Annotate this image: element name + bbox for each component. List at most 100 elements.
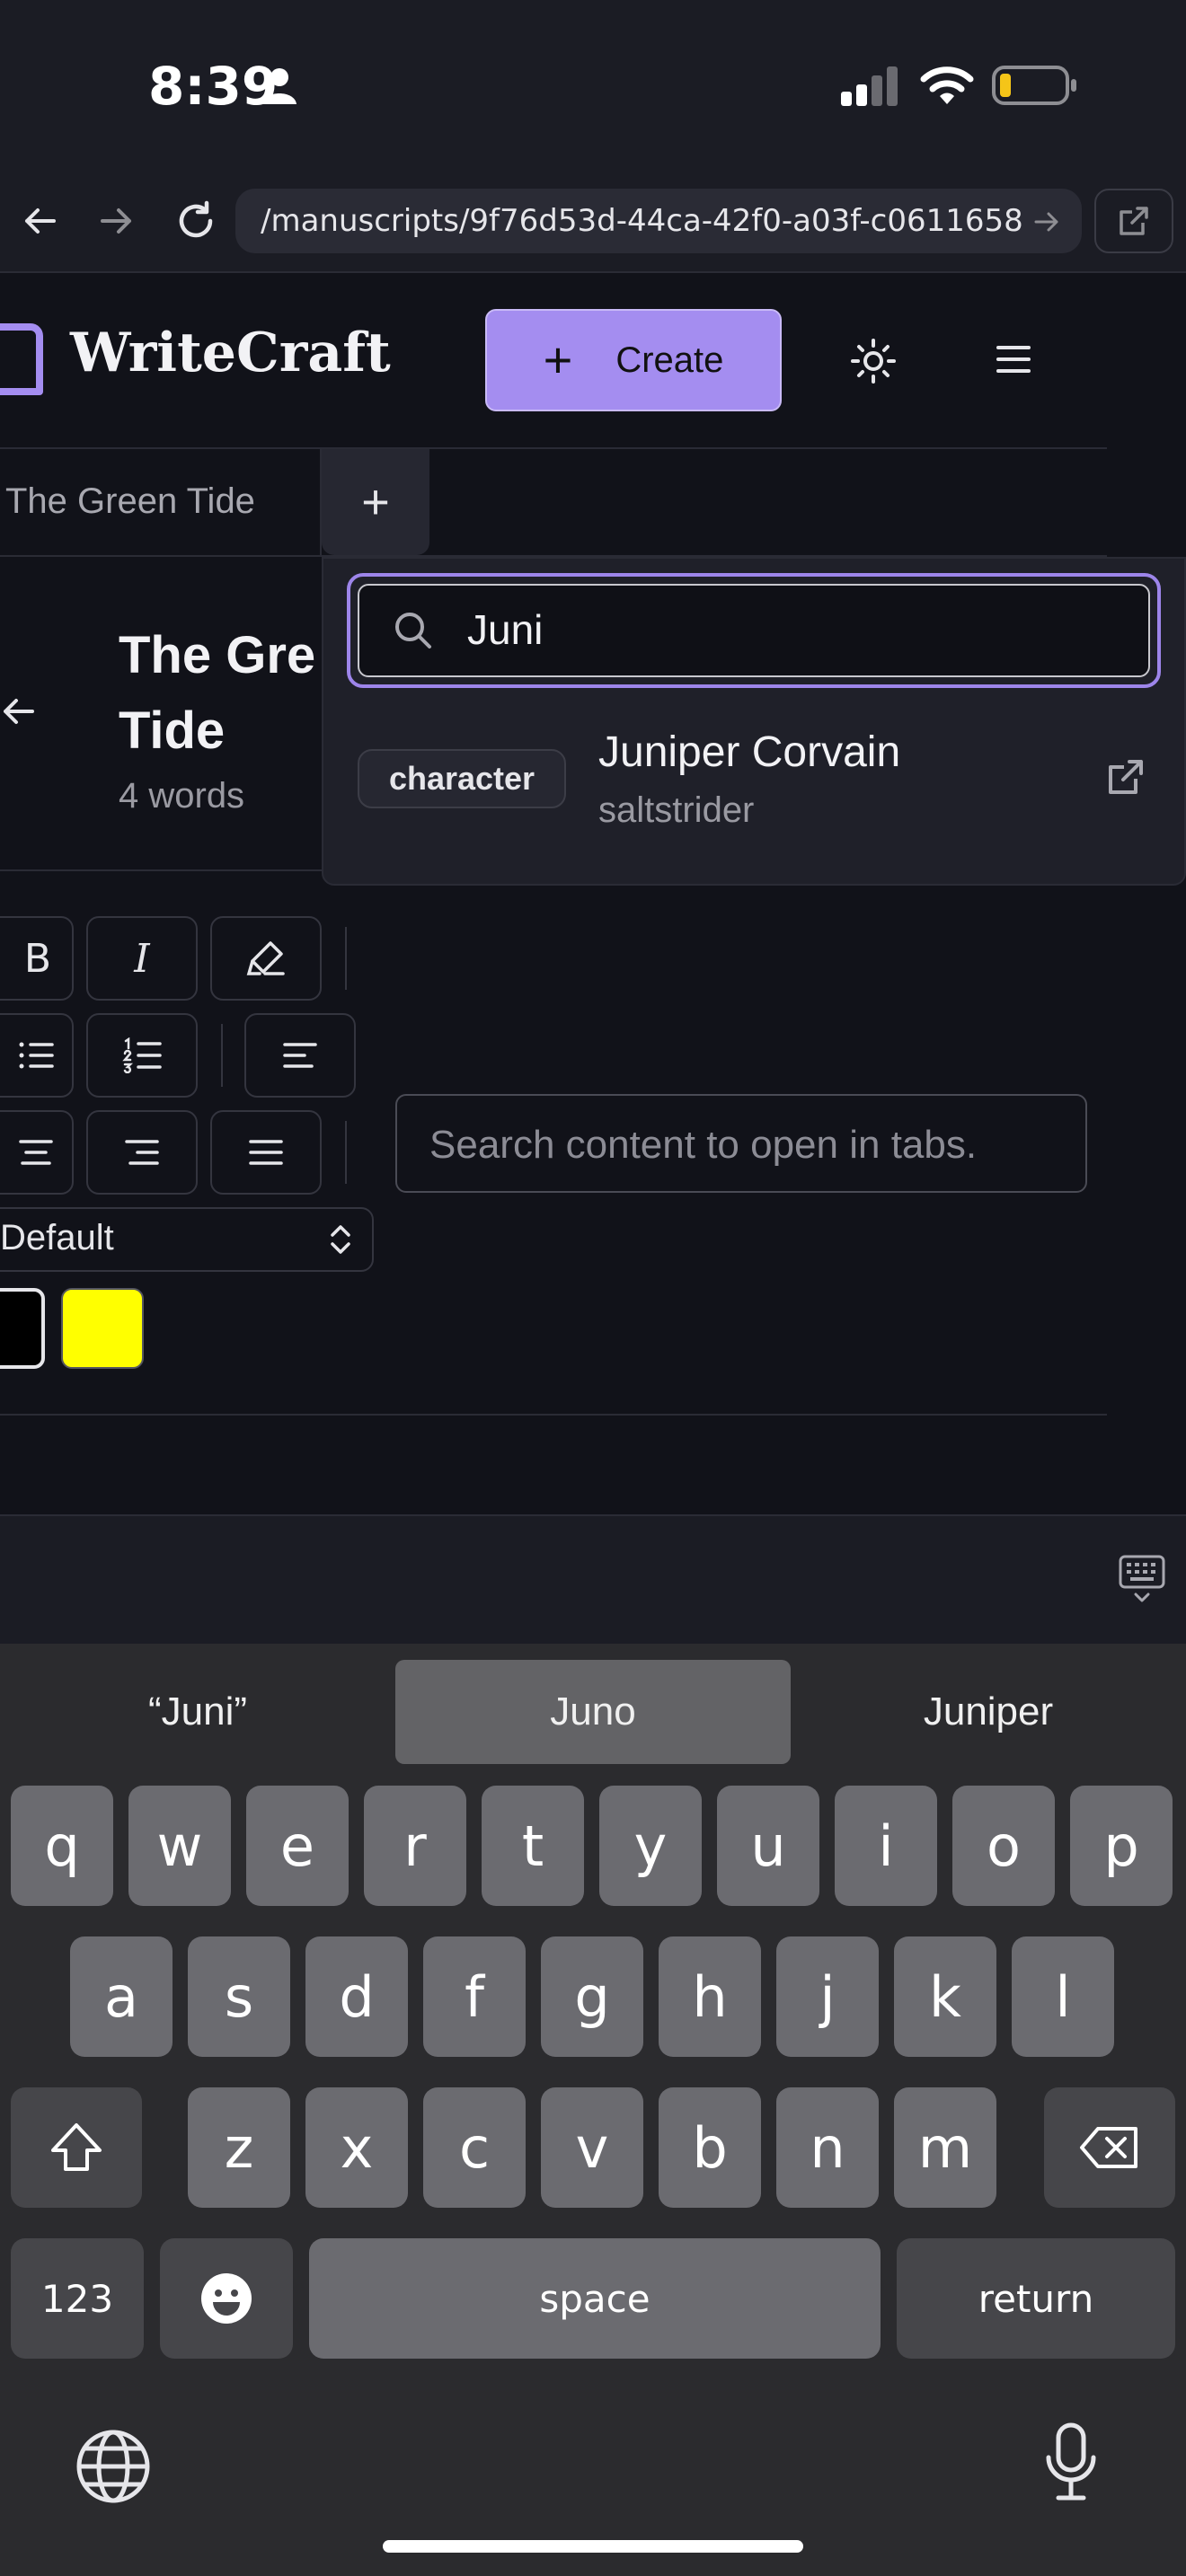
key-k[interactable]: k [894,1936,996,2057]
emoji-key[interactable] [160,2238,293,2359]
suggestion-2[interactable]: Juno [395,1660,791,1764]
tab-search-placeholder: Search content to open in tabs. [429,1123,978,1167]
key-v[interactable]: v [541,2087,643,2208]
key-u[interactable]: u [717,1786,819,1906]
bold-label: B [23,935,52,982]
key-w[interactable]: w [128,1786,231,1906]
result-type-badge: character [358,749,566,808]
wifi-icon [920,65,974,106]
key-d[interactable]: d [305,1936,408,2057]
key-j[interactable]: j [776,1936,879,2057]
bullet-list-icon [0,1039,54,1072]
url-text: /manuscripts/9f76d53d-44ca-42f0-a03f-c06… [261,203,1023,239]
align-center-button[interactable] [0,1110,74,1195]
key-p[interactable]: p [1070,1786,1173,1906]
suggestion-1[interactable]: “Juni” [0,1660,395,1764]
key-z[interactable]: z [188,2087,290,2208]
key-e[interactable]: e [246,1786,349,1906]
editor-divider [0,869,323,871]
open-result-external-icon[interactable] [1105,756,1146,798]
italic-button[interactable]: I [86,916,198,1001]
select-chevrons-icon [327,1222,354,1257]
toolbar-separator [345,1121,347,1184]
key-c[interactable]: c [423,2087,526,2208]
keyboard-accessory-bar [0,1514,1186,1644]
key-q[interactable]: q [11,1786,113,1906]
bold-button[interactable]: B [0,916,74,1001]
italic-label: I [134,935,150,982]
return-key[interactable]: return [897,2238,1175,2359]
document-title: The Gre Tide [119,626,316,760]
color-swatch-black[interactable] [0,1288,45,1369]
external-link-icon [1116,203,1152,239]
result-name[interactable]: Juniper Corvain [598,728,900,777]
align-left-button[interactable] [244,1013,356,1098]
align-justify-button[interactable] [210,1110,322,1195]
content-divider [0,1414,1107,1416]
globe-icon[interactable] [75,2429,151,2504]
key-g[interactable]: g [541,1936,643,2057]
ordered-list-button[interactable] [86,1013,198,1098]
align-justify-icon [248,1137,284,1168]
delete-key[interactable] [1044,2087,1175,2208]
key-r[interactable]: r [364,1786,466,1906]
battery-icon [992,65,1078,106]
key-y[interactable]: y [599,1786,702,1906]
backspace-icon [1078,2125,1141,2170]
search-input-value: Juni [467,606,544,653]
font-select-value: Default [0,1218,114,1257]
search-icon [392,609,435,652]
key-n[interactable]: n [776,2087,879,2208]
space-key[interactable]: space [309,2238,881,2359]
key-l[interactable]: l [1012,1936,1114,2057]
ordered-list-icon [122,1037,162,1073]
create-button[interactable]: + Create [485,309,782,411]
key-b[interactable]: b [659,2087,761,2208]
align-right-button[interactable] [86,1110,198,1195]
numbers-key[interactable]: 123 [11,2238,144,2359]
shift-icon [48,2121,105,2175]
keyboard-dismiss-icon[interactable] [1118,1554,1166,1604]
emoji-icon [199,2272,253,2325]
result-subtitle: saltstrider [598,790,755,830]
shift-key[interactable] [11,2087,142,2208]
key-t[interactable]: t [482,1786,584,1906]
suggestion-3[interactable]: Juniper [791,1660,1186,1764]
align-right-icon [124,1137,160,1168]
key-m[interactable]: m [894,2087,996,2208]
color-swatch-yellow[interactable] [61,1288,144,1369]
person-icon [261,66,298,106]
app-logo[interactable]: WriteCraft [70,322,391,384]
theme-toggle-sun-icon[interactable] [850,338,897,384]
book-logo-icon [0,320,49,397]
home-indicator [383,2540,803,2553]
back-icon[interactable] [22,203,58,239]
add-tab-button[interactable]: + [322,449,429,555]
bullet-list-button[interactable] [0,1013,74,1098]
key-a[interactable]: a [70,1936,173,2057]
key-s[interactable]: s [188,1936,290,2057]
align-left-icon [282,1040,318,1071]
highlighter-icon [245,938,287,979]
header-divider [0,447,1107,449]
toolbar-separator [345,927,347,990]
key-i[interactable]: i [835,1786,937,1906]
go-arrow-icon[interactable] [1033,208,1060,235]
status-time: 8:39 [148,56,279,117]
forward-icon[interactable] [99,203,135,239]
key-h[interactable]: h [659,1936,761,2057]
reload-icon[interactable] [174,199,217,243]
key-x[interactable]: x [305,2087,408,2208]
key-o[interactable]: o [952,1786,1055,1906]
highlight-button[interactable] [210,916,322,1001]
align-center-icon [0,1137,54,1168]
microphone-icon[interactable] [1044,2422,1098,2502]
cellular-signal-icon [839,65,900,106]
plus-icon: + [543,331,573,388]
menu-icon[interactable] [996,343,1031,375]
key-f[interactable]: f [423,1936,526,2057]
create-label: Create [615,340,724,380]
toolbar-separator [221,1024,223,1087]
tab-the-green-tide[interactable]: The Green Tide [5,481,255,522]
back-arrow-icon[interactable] [0,693,36,729]
